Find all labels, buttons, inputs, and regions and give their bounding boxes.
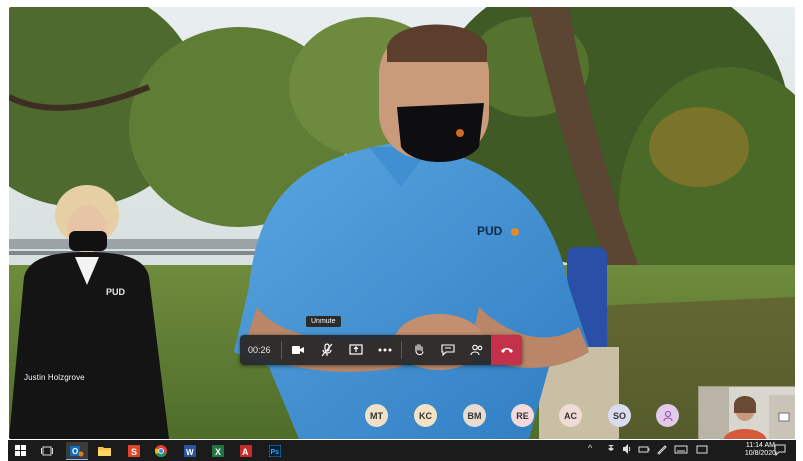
mic-button[interactable] xyxy=(313,335,342,365)
camera-button[interactable] xyxy=(284,335,313,365)
video-scene: PUD PUD xyxy=(9,7,795,439)
clock-date: 10/8/2020 xyxy=(744,450,776,457)
raise-hand-button[interactable] xyxy=(404,335,433,365)
outlook-taskbar-button[interactable]: O xyxy=(66,442,88,460)
file-explorer-button[interactable] xyxy=(96,442,113,459)
participant-avatar[interactable]: MT xyxy=(365,404,388,427)
excel-button[interactable]: X xyxy=(209,442,226,459)
notification-icon[interactable] xyxy=(774,444,786,456)
svg-text:S: S xyxy=(131,447,137,457)
participant-initials: KC xyxy=(419,410,432,421)
outlook-icon: O xyxy=(70,445,84,456)
call-timer: 00:26 xyxy=(248,345,271,355)
participants-button[interactable] xyxy=(462,335,491,365)
participant-initials: MT xyxy=(370,410,383,421)
chrome-icon xyxy=(154,444,167,457)
toolbar-divider xyxy=(280,341,282,359)
self-view-video[interactable] xyxy=(698,386,795,439)
acrobat-icon: A xyxy=(239,444,252,457)
mic-muted-icon xyxy=(321,343,333,357)
more-options-button[interactable] xyxy=(370,335,399,365)
share-screen-icon xyxy=(349,344,363,355)
taskbar-clock[interactable]: 11:14 AM 10/8/2020 xyxy=(745,442,776,458)
chrome-button[interactable] xyxy=(152,442,169,459)
svg-text:PUD: PUD xyxy=(106,287,126,297)
battery-icon[interactable] xyxy=(638,443,650,455)
participant-avatar[interactable]: BM xyxy=(463,404,486,427)
clock-time: 11:14 AM xyxy=(745,442,775,449)
participants-icon xyxy=(470,344,482,356)
file-explorer-icon xyxy=(98,446,111,456)
slides-app-icon: S xyxy=(127,444,140,457)
word-icon: W xyxy=(183,444,196,457)
participant-avatar[interactable]: SO xyxy=(608,404,631,427)
svg-text:Ps: Ps xyxy=(270,449,279,456)
pen-icon[interactable] xyxy=(656,443,668,455)
participant-initials: SO xyxy=(612,410,626,421)
svg-text:O: O xyxy=(72,447,78,456)
svg-text:X: X xyxy=(215,447,221,457)
toolbar-divider xyxy=(401,341,403,359)
share-screen-button[interactable] xyxy=(341,335,370,365)
speaker-name-label: Justin Holzgrove xyxy=(24,373,85,382)
windows-taskbar: O S W X A Ps ^ 11:14 AM 10/8/2020 xyxy=(8,440,796,461)
participant-initials: RE xyxy=(516,410,529,421)
start-button[interactable] xyxy=(12,442,29,459)
excel-icon: X xyxy=(211,444,224,457)
main-video-feed: PUD PUD Justin Holzgrove Unmute 00:26 MT… xyxy=(9,7,795,439)
keyboard-icon[interactable] xyxy=(674,443,688,455)
shirt-logo-text: PUD xyxy=(477,224,503,238)
hang-up-button[interactable] xyxy=(491,335,522,365)
chat-icon xyxy=(441,344,455,356)
participant-avatar[interactable]: RE xyxy=(511,404,534,427)
volume-icon[interactable] xyxy=(622,443,632,455)
self-view-scene xyxy=(699,387,795,439)
participant-initials: AC xyxy=(564,410,577,421)
windows-start-icon xyxy=(15,445,26,456)
person-icon xyxy=(662,410,673,421)
hang-up-icon xyxy=(500,348,513,353)
participant-avatar[interactable] xyxy=(656,404,679,427)
screen: PUD PUD Justin Holzgrove Unmute 00:26 MT… xyxy=(0,0,803,461)
camera-icon xyxy=(292,346,305,354)
photoshop-button[interactable]: Ps xyxy=(266,442,283,459)
task-view-button[interactable] xyxy=(38,442,55,459)
svg-text:W: W xyxy=(186,448,194,457)
word-button[interactable]: W xyxy=(181,442,198,459)
more-options-icon xyxy=(378,348,392,352)
chat-button[interactable] xyxy=(433,335,462,365)
acrobat-button[interactable]: A xyxy=(237,442,254,459)
svg-text:A: A xyxy=(242,447,249,457)
task-view-icon xyxy=(40,446,53,455)
participant-initials: BM xyxy=(467,410,482,421)
raise-hand-icon xyxy=(415,343,424,356)
meeting-controls-toolbar: 00:26 xyxy=(240,335,522,365)
show-hidden-icons-icon[interactable]: ^ xyxy=(588,443,592,453)
dropbox-icon[interactable] xyxy=(606,443,616,455)
participant-avatar[interactable]: AC xyxy=(559,404,582,427)
participant-avatar[interactable]: KC xyxy=(414,404,437,427)
slides-app-button[interactable]: S xyxy=(125,442,142,459)
photoshop-icon: Ps xyxy=(268,444,281,457)
language-icon[interactable] xyxy=(696,443,708,455)
unmute-tooltip: Unmute xyxy=(306,316,341,327)
